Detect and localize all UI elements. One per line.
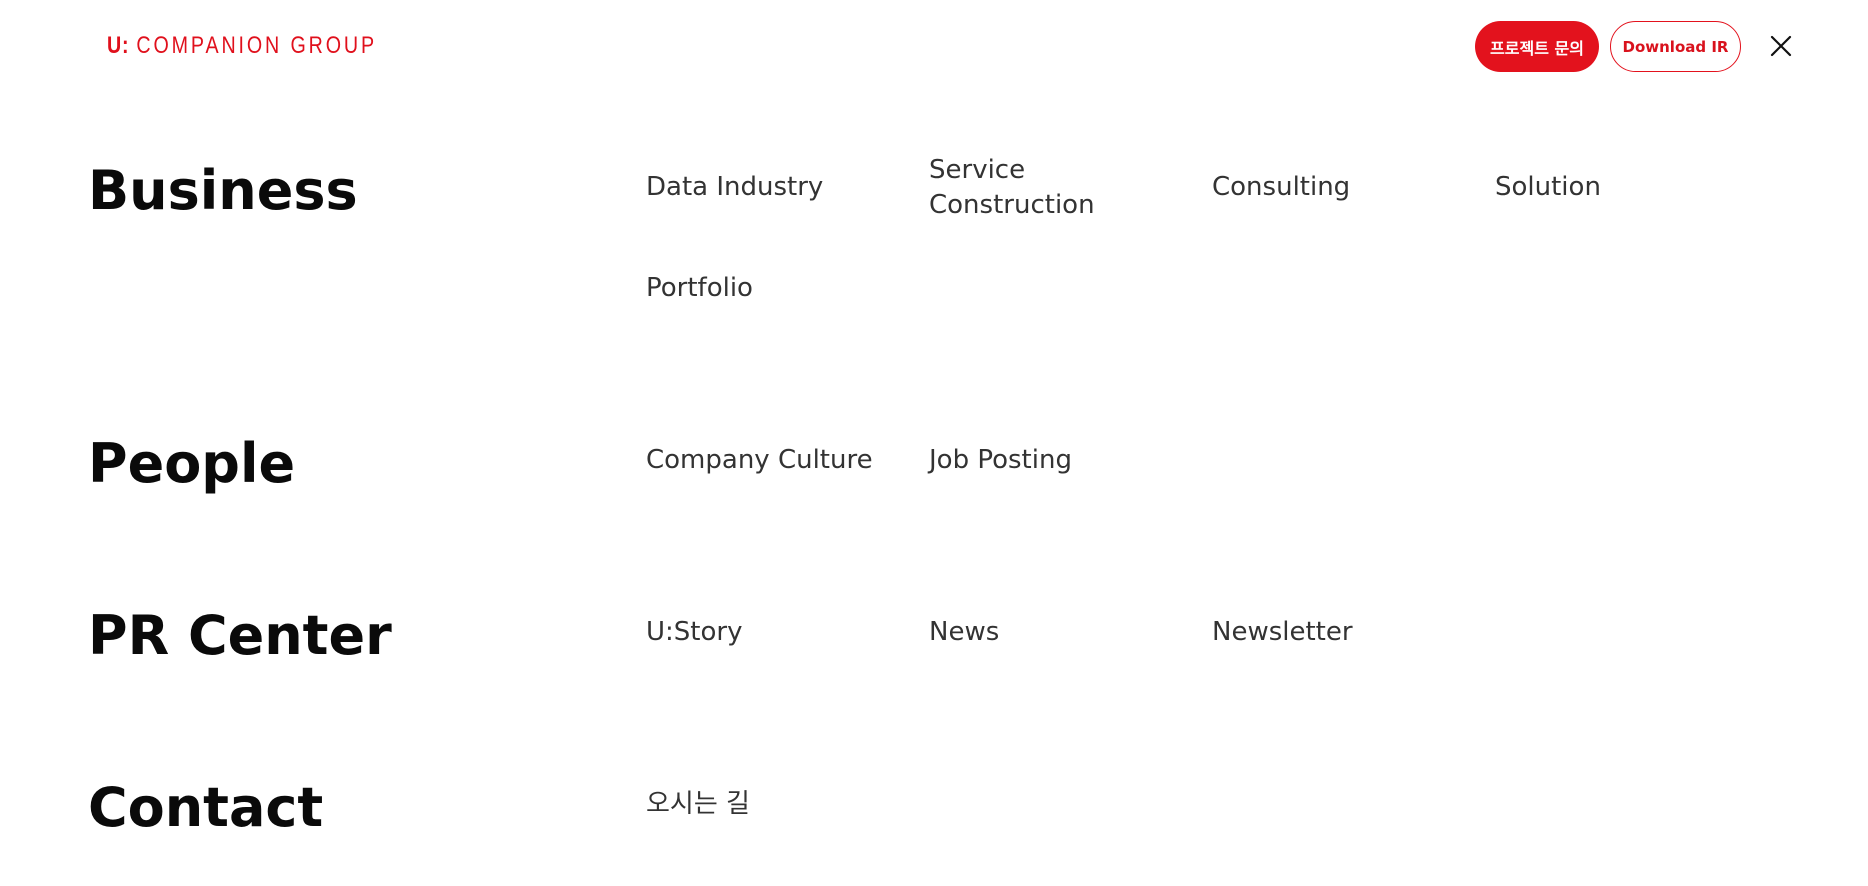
menu-link-job-posting[interactable]: Job Posting: [929, 443, 1072, 478]
menu-link-portfolio[interactable]: Portfolio: [646, 271, 753, 306]
section-title-people[interactable]: People: [88, 437, 295, 491]
menu-link-service-construction[interactable]: Service Construction: [929, 153, 1149, 223]
company-logo[interactable]: U: COMPANION GROUP: [107, 30, 377, 62]
logo-mark: U: [107, 32, 123, 59]
site-header: U: COMPANION GROUP 프로젝트 문의 Download IR: [0, 0, 1868, 94]
menu-link-directions[interactable]: 오시는 길: [646, 787, 750, 822]
section-title-contact[interactable]: Contact: [88, 781, 323, 835]
menu-link-ustory[interactable]: U:Story: [646, 615, 742, 650]
download-ir-button[interactable]: Download IR: [1610, 21, 1741, 72]
section-title-business[interactable]: Business: [88, 164, 358, 218]
menu-link-consulting[interactable]: Consulting: [1212, 170, 1350, 205]
menu-link-data-industry[interactable]: Data Industry: [646, 170, 823, 205]
menu-link-news[interactable]: News: [929, 615, 999, 650]
close-menu-button[interactable]: [1765, 30, 1797, 62]
logo-text: COMPANION GROUP: [136, 32, 377, 59]
section-title-pr-center[interactable]: PR Center: [88, 609, 392, 663]
project-inquiry-button[interactable]: 프로젝트 문의: [1475, 21, 1599, 72]
logo-separator: :: [122, 32, 132, 59]
menu-link-solution[interactable]: Solution: [1495, 170, 1601, 205]
close-icon: [1770, 35, 1792, 57]
menu-link-newsletter[interactable]: Newsletter: [1212, 615, 1353, 650]
menu-link-company-culture[interactable]: Company Culture: [646, 443, 873, 478]
